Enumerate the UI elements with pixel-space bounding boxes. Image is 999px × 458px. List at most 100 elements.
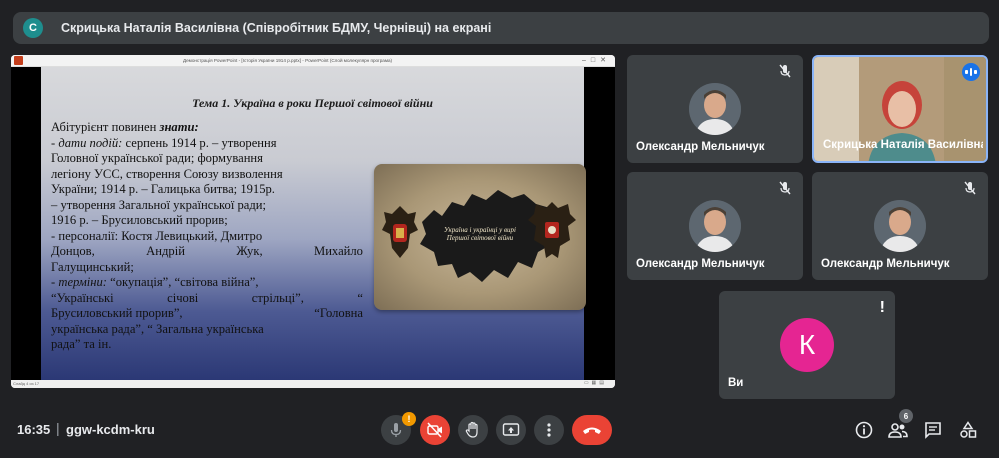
slide-word: “	[357, 290, 363, 305]
slide-counter: Слайд 4 из 17	[13, 381, 40, 386]
slide-line: - терміни: “окупація”, “світова війна”,	[51, 275, 363, 291]
participant-tile[interactable]: Олександр Мельничук	[627, 172, 803, 280]
present-button[interactable]	[496, 415, 526, 445]
slide-word: стрільці”,	[251, 290, 304, 305]
self-tile[interactable]: К ! Ви	[719, 291, 895, 399]
slide-word: Андрій	[146, 244, 185, 258]
participant-name: Олександр Мельничук	[636, 141, 765, 153]
slide-picture-caption: Україна і українці у вирі Першої світово…	[443, 226, 516, 242]
slide-line-text: Головної української ради; формування	[51, 151, 263, 165]
slide-picture-map: Україна і українці у вирі Першої світово…	[374, 164, 586, 310]
slide-line-text: рада” та ін.	[51, 337, 112, 351]
slide-line-italic: дати подій:	[58, 135, 123, 150]
slide-line: 1916 р. – Брусиловський прорив;	[51, 213, 363, 229]
chat-icon	[925, 422, 941, 439]
slide-line: Абітурієнт повинен знати:	[51, 120, 363, 136]
chat-button[interactable]	[921, 418, 945, 442]
participant-name: Олександр Мельничук	[821, 258, 950, 270]
slide-word: Брусиловський прорив”,	[51, 306, 183, 320]
alert-icon[interactable]: !	[880, 299, 885, 317]
presenter-avatar: С	[23, 18, 43, 38]
self-avatar: К	[780, 318, 834, 372]
more-vert-icon	[547, 423, 551, 437]
people-button[interactable]: 6	[886, 409, 913, 442]
participant-avatar	[689, 200, 741, 252]
info-icon	[855, 421, 873, 439]
shared-screen: Демонстрація PowerPoint - [Історія Украї…	[11, 55, 615, 388]
slide-word: Донцов,	[51, 244, 95, 258]
meeting-code: ggw-kcdm-kru	[66, 422, 155, 437]
slide-line: Брусиловський прорив”, “Головна	[51, 306, 363, 322]
participant-tile-active-speaker[interactable]: Скрицька Наталія Василівна	[812, 55, 988, 163]
window-controls: ‒□✕	[582, 57, 611, 64]
activities-button[interactable]	[956, 418, 980, 442]
coat-of-arms-right-icon	[528, 202, 576, 258]
camera-off-icon	[427, 422, 442, 438]
view-buttons[interactable]: ▭▦▤	[584, 380, 607, 386]
slide-line: українська рада”, “ Загальна українська	[51, 322, 363, 338]
mic-off-icon	[779, 181, 791, 195]
hand-icon	[465, 421, 478, 438]
participant-name: Олександр Мельничук	[636, 258, 765, 270]
slide-line: - персоналії: Костя Левицький, Дмитро	[51, 229, 363, 245]
divider: |	[56, 420, 60, 436]
shapes-icon	[960, 421, 977, 438]
participant-tile[interactable]: Олександр Мельничук	[812, 172, 988, 280]
meeting-details-button[interactable]	[852, 418, 876, 442]
mic-button[interactable]: !	[381, 412, 416, 445]
more-options-button[interactable]	[534, 415, 564, 445]
participant-avatar	[874, 200, 926, 252]
self-name: Ви	[728, 377, 744, 389]
slide-line: Донцов, Андрій Жук, Михайло	[51, 244, 363, 260]
slide-line-text: 1916 р. – Брусиловський прорив;	[51, 213, 228, 227]
slide-line: легіону УСС, створення Союзу визволення	[51, 167, 363, 183]
slide-line-text: України; 1914 р. – Галицька битва; 1915р…	[51, 182, 275, 196]
must-know-prefix: Абітурієнт повинен	[51, 120, 160, 134]
slide-line: – утворення Загальної української ради;	[51, 198, 363, 214]
slide-line-text: українська рада”, “ Загальна українська	[51, 321, 264, 336]
participant-avatar	[689, 83, 741, 135]
slide-line-text: легіону УСС, створення Союзу визволення	[51, 166, 283, 181]
must-know-bold: знати:	[159, 120, 199, 134]
slide-body: Абітурієнт повинен знати: - дати подій: …	[51, 120, 363, 353]
slide: Тема 1. Україна в роки Першої світової в…	[41, 67, 586, 380]
participant-tile[interactable]: Олександр Мельничук	[627, 55, 803, 163]
slide-word: січові	[167, 290, 199, 305]
slide-word: “Українські	[51, 290, 114, 305]
hang-up-icon	[583, 427, 601, 434]
camera-button[interactable]	[420, 415, 450, 445]
mic-off-icon	[779, 64, 791, 78]
people-count-badge: 6	[899, 409, 913, 423]
slide-line-text: серпень 1914 р. – утворення	[122, 135, 277, 150]
people-icon	[888, 423, 908, 438]
slide-line-italic: терміни:	[58, 275, 107, 289]
end-call-button[interactable]	[572, 415, 612, 445]
slide-line-text: – утворення Загальної української ради;	[51, 197, 267, 212]
slide-line: “Українські січові стрільці”, “	[51, 291, 363, 307]
mic-icon	[390, 423, 402, 437]
powerpoint-icon	[14, 56, 23, 65]
presenter-banner: С Скрицька Наталія Василівна (Співробітн…	[13, 12, 989, 44]
speaking-indicator-icon	[962, 63, 980, 81]
clock: 16:35	[17, 422, 51, 437]
slide-line: рада” та ін.	[51, 337, 363, 353]
slide-line: - дати подій: серпень 1914 р. – утворенн…	[51, 136, 363, 152]
powerpoint-titlebar: Демонстрація PowerPoint - [Історія Украї…	[11, 55, 615, 67]
slide-line: Головної української ради; формування	[51, 151, 363, 167]
meet-window: С Скрицька Наталія Василівна (Співробітн…	[0, 0, 999, 458]
slide-line: Галущинський;	[51, 260, 363, 276]
raise-hand-button[interactable]	[458, 415, 488, 445]
mic-off-icon	[964, 181, 976, 195]
powerpoint-statusbar: Слайд 4 из 17 ▭▦▤	[11, 380, 615, 388]
presenter-banner-text: Скрицька Наталія Василівна (Співробітник…	[61, 21, 492, 35]
mic-warning-badge: !	[402, 412, 416, 426]
slide-area: Тема 1. Україна в роки Першої світової в…	[11, 67, 615, 380]
slide-line-text: “окупація”, “світова війна”,	[106, 275, 259, 289]
slide-line-text: Галущинський;	[51, 259, 134, 274]
slide-word: “Головна	[314, 306, 363, 320]
slide-line-text: - персоналії: Костя Левицький, Дмитро	[51, 228, 263, 243]
slide-word: Михайло	[314, 244, 363, 258]
slide-title: Тема 1. Україна в роки Першої світової в…	[192, 96, 433, 110]
slide-line: України; 1914 р. – Галицька битва; 1915р…	[51, 182, 363, 198]
powerpoint-window-title: Демонстрація PowerPoint - [Історія Украї…	[183, 58, 393, 63]
